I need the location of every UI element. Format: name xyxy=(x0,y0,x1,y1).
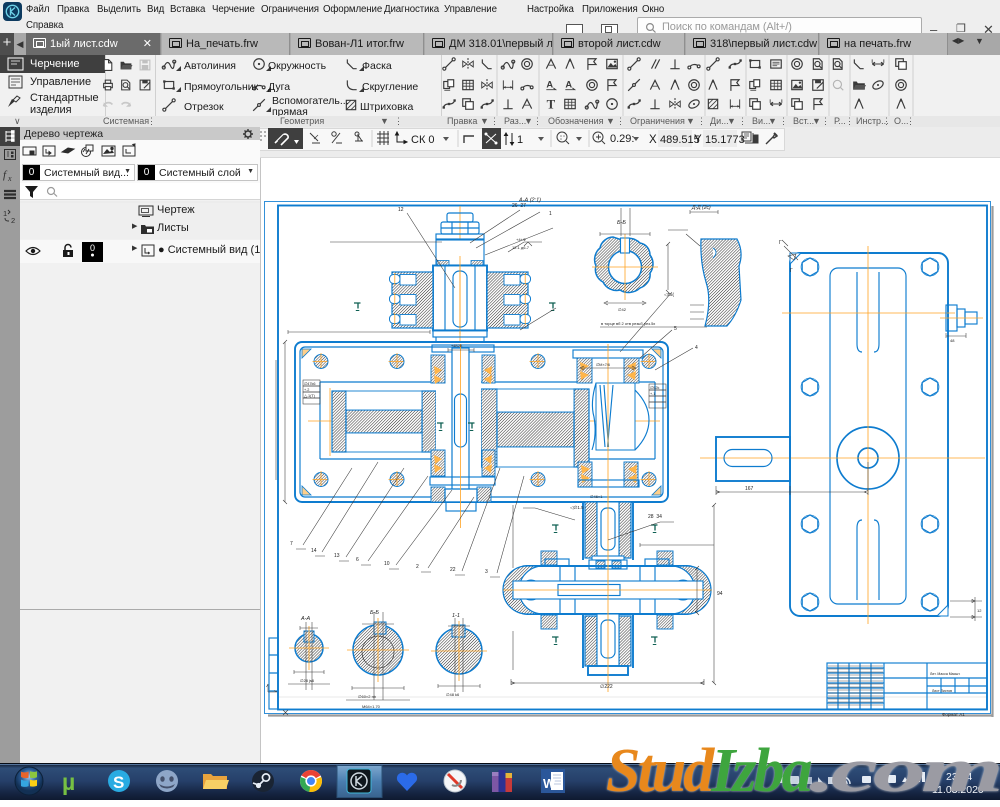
svg-text:10: 10 xyxy=(384,561,390,567)
svg-text:+.1: +.1 xyxy=(650,392,655,396)
svg-text:∅52k: ∅52k xyxy=(650,386,660,390)
svg-text:22: 22 xyxy=(450,567,456,573)
svg-text:3: 3 xyxy=(485,569,488,575)
svg-text:94: 94 xyxy=(717,591,723,597)
svg-text:А-А: А-А xyxy=(300,616,311,622)
svg-text:+.2: +.2 xyxy=(304,388,309,392)
svg-text:в торце вб 2 отв резьб рез.5х: в торце вб 2 отв резьб рез.5х xyxy=(601,321,655,326)
svg-text:Д-Д (2с): Д-Д (2с) xyxy=(691,205,711,211)
svg-text:+4+Ф: +4+Ф xyxy=(516,237,526,242)
svg-text:13: 13 xyxy=(334,553,340,559)
svg-text:∅48 k6: ∅48 k6 xyxy=(446,692,460,697)
svg-text:△.1(Т): △.1(Т) xyxy=(304,394,316,398)
svg-text:◁∅1.5: ◁∅1.5 xyxy=(570,505,584,510)
svg-text:14: 14 xyxy=(311,548,317,554)
svg-text:∅60×2 nb: ∅60×2 nb xyxy=(358,694,377,699)
svg-text:6: 6 xyxy=(356,557,359,563)
svg-text:Б-Б: Б-Б xyxy=(617,220,626,226)
svg-text:12.1 д6-7: 12.1 д6-7 xyxy=(512,245,530,250)
svg-text:1: 1 xyxy=(549,211,552,217)
svg-text:26 27: 26 27 xyxy=(512,203,526,209)
svg-text:28 34: 28 34 xyxy=(648,514,662,520)
svg-text:12: 12 xyxy=(398,207,404,213)
svg-text:7: 7 xyxy=(290,541,293,547)
svg-text:∅46×1: ∅46×1 xyxy=(590,494,603,499)
svg-text:◁15(: ◁15( xyxy=(664,292,674,297)
svg-text:2: 2 xyxy=(416,564,419,570)
svg-text:∅222: ∅222 xyxy=(600,684,613,690)
svg-text:Лит. Масса Масшт.: Лит. Масса Масшт. xyxy=(930,672,960,676)
svg-text:Формат A1: Формат A1 xyxy=(942,712,965,717)
svg-text:∅М×7/6: ∅М×7/6 xyxy=(596,363,610,367)
svg-text:12: 12 xyxy=(977,608,982,613)
svg-text:∅47k6: ∅47k6 xyxy=(304,382,316,386)
svg-text:Г: Г xyxy=(790,268,793,274)
svg-text:∅42: ∅42 xyxy=(618,307,627,312)
svg-text:167: 167 xyxy=(745,486,754,492)
svg-text:5: 5 xyxy=(674,326,677,332)
svg-text:Б-Б: Б-Б xyxy=(370,610,379,616)
svg-text:+4Б2Б: +4Б2Б xyxy=(451,344,463,348)
svg-text:1-1: 1-1 xyxy=(452,613,460,619)
svg-text:4: 4 xyxy=(695,345,698,351)
svg-text:48: 48 xyxy=(950,338,955,343)
svg-text:Г: Г xyxy=(779,240,782,246)
svg-text:∅28 js6: ∅28 js6 xyxy=(300,678,315,683)
svg-text:Лист Листов: Лист Листов xyxy=(932,689,952,693)
svg-text:А-А (2:1): А-А (2:1) xyxy=(518,198,541,204)
svg-text:M64×1.70: M64×1.70 xyxy=(362,704,381,709)
